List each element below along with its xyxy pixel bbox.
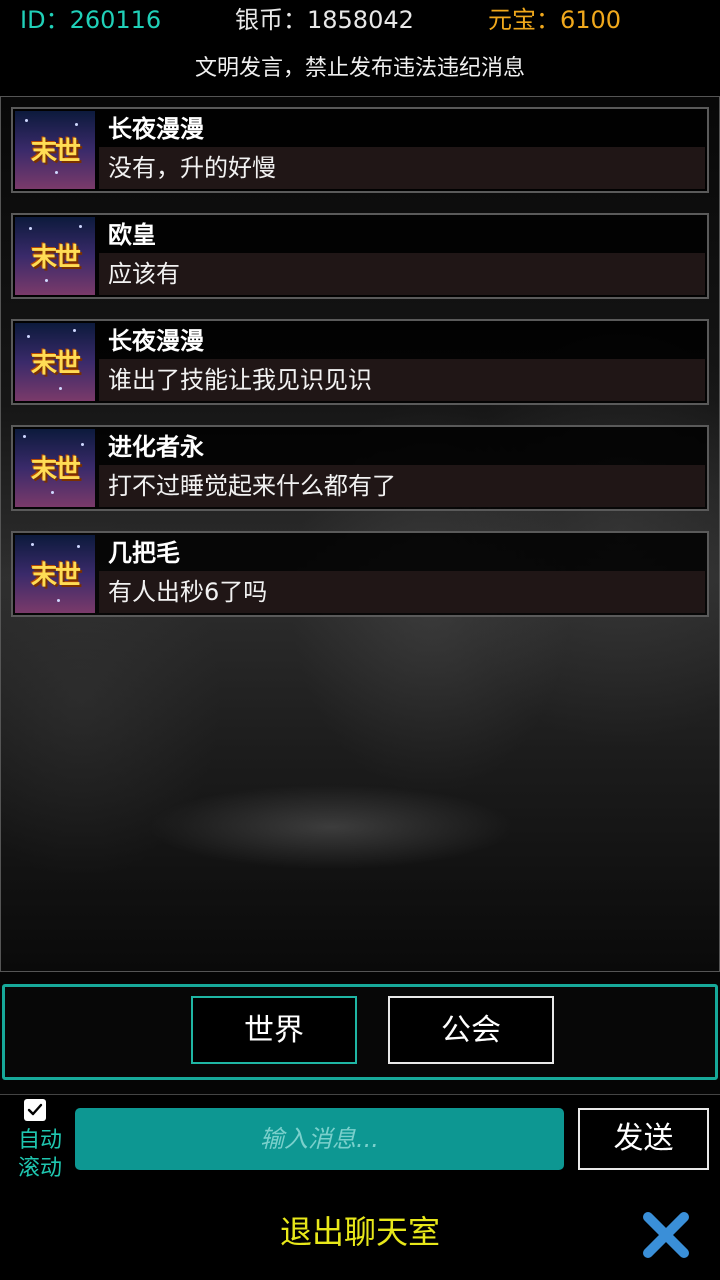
silver-coins: 银币：1858042	[235, 4, 414, 36]
message-list: 末世 长夜漫漫 没有，升的好慢 末世 欧皇 应该有 末世 长夜漫漫 谁出了技能让…	[11, 107, 709, 637]
message-text: 谁出了技能让我见识见识	[99, 359, 705, 401]
avatar[interactable]: 末世	[15, 217, 95, 295]
chat-message: 末世 长夜漫漫 没有，升的好慢	[11, 107, 709, 193]
message-input-row: 自动 滚动 发送	[0, 1094, 720, 1188]
gold-ingots-value: 6100	[560, 6, 622, 34]
autoscroll-label-line2: 滚动	[17, 1156, 62, 1181]
checkmark-icon	[27, 1103, 43, 1116]
status-bar: ID：260116 银币：1858042 元宝：6100 文明发言，禁止发布违法…	[0, 0, 720, 96]
avatar-logo-text: 末世	[30, 243, 81, 273]
sender-name[interactable]: 几把毛	[108, 535, 180, 571]
avatar-logo-text: 末世	[30, 455, 81, 485]
close-icon[interactable]	[640, 1209, 692, 1261]
player-id-value: 260116	[69, 6, 162, 34]
chat-message: 末世 进化者永 打不过睡觉起来什么都有了	[11, 425, 709, 511]
message-text: 有人出秒6了吗	[99, 571, 705, 613]
sender-name[interactable]: 长夜漫漫	[108, 323, 204, 359]
player-id: ID：260116	[20, 4, 161, 36]
chat-rules-notice: 文明发言，禁止发布违法违纪消息	[194, 56, 525, 81]
chat-message-area[interactable]: 末世 长夜漫漫 没有，升的好慢 末世 欧皇 应该有 末世 长夜漫漫 谁出了技能让…	[0, 96, 720, 972]
avatar[interactable]: 末世	[15, 111, 95, 189]
chat-message: 末世 长夜漫漫 谁出了技能让我见识见识	[11, 319, 709, 405]
sender-name[interactable]: 进化者永	[108, 429, 204, 465]
avatar-logo-text: 末世	[30, 349, 81, 379]
tab-guild[interactable]: 公会	[388, 996, 554, 1064]
autoscroll-label: 自动 滚动	[14, 1127, 66, 1183]
message-text: 应该有	[99, 253, 705, 295]
chat-message: 末世 欧皇 应该有	[11, 213, 709, 299]
tab-world[interactable]: 世界	[191, 996, 357, 1064]
avatar-logo-text: 末世	[30, 137, 81, 167]
gold-ingots-label: 元宝：	[488, 6, 560, 34]
sender-name[interactable]: 长夜漫漫	[108, 111, 204, 147]
send-button[interactable]: 发送	[578, 1108, 709, 1170]
avatar[interactable]: 末世	[15, 429, 95, 507]
gold-ingots: 元宝：6100	[488, 4, 621, 36]
autoscroll-label-line1: 自动	[17, 1128, 62, 1153]
autoscroll-checkbox[interactable]	[24, 1099, 46, 1121]
avatar-logo-text: 末世	[30, 561, 81, 591]
message-text: 打不过睡觉起来什么都有了	[99, 465, 705, 507]
message-input[interactable]	[75, 1108, 564, 1170]
chat-message: 末世 几把毛 有人出秒6了吗	[11, 531, 709, 617]
channel-tabs: 世界 公会	[2, 984, 718, 1080]
silver-coins-value: 1858042	[307, 6, 414, 34]
exit-chatroom-button[interactable]: 退出聊天室	[230, 1207, 490, 1257]
sender-name[interactable]: 欧皇	[108, 217, 156, 253]
message-text: 没有，升的好慢	[99, 147, 705, 189]
avatar[interactable]: 末世	[15, 535, 95, 613]
bottom-bar: 退出聊天室	[0, 1187, 720, 1280]
avatar[interactable]: 末世	[15, 323, 95, 401]
player-id-label: ID：	[20, 6, 70, 34]
silver-coins-label: 银币：	[235, 6, 307, 34]
